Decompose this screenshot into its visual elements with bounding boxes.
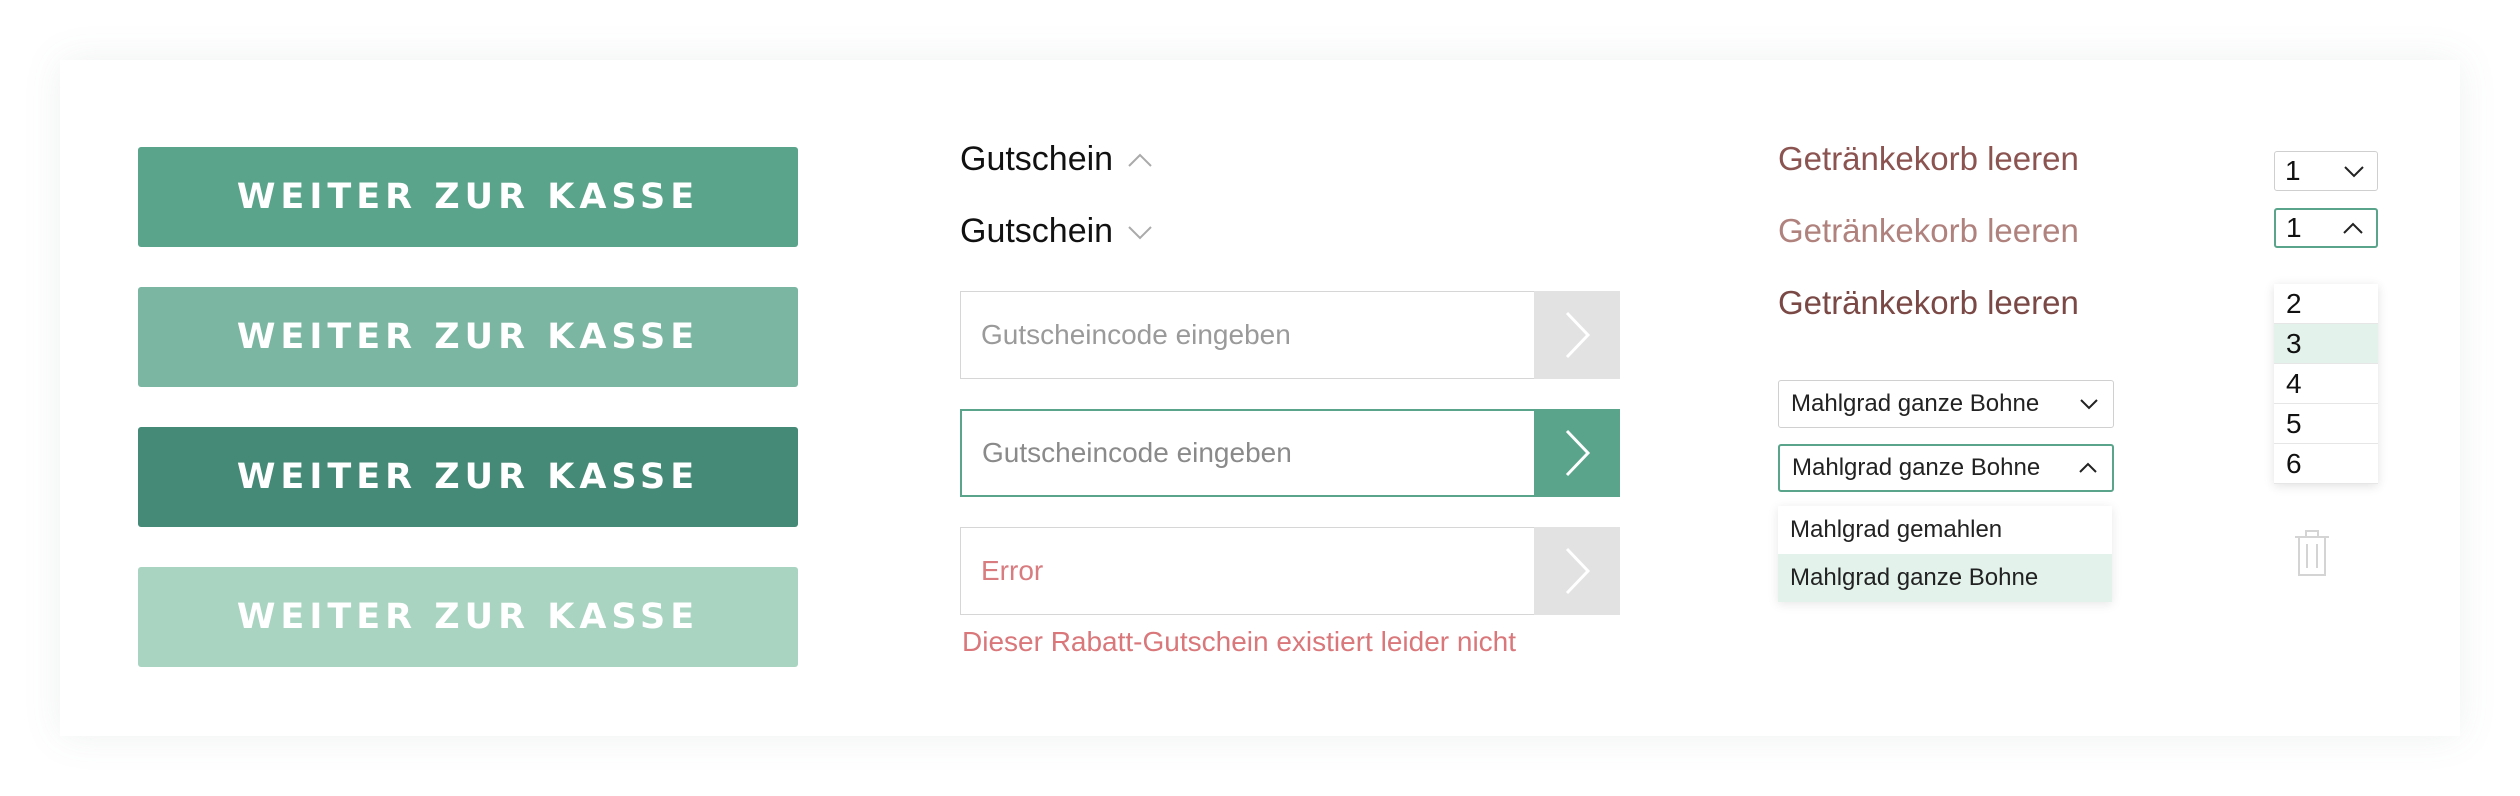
chevron-down-icon [2344,165,2364,177]
chevron-right-icon [1565,547,1591,595]
coupon-input[interactable]: Gutscheincode eingeben [960,291,1534,379]
quantity-value: 1 [2285,155,2301,186]
grind-option-selected[interactable]: Mahlgrad ganze Bohne [1778,554,2112,602]
quantity-dropdown-list: 2 3 4 5 6 [2274,284,2378,484]
trash-icon[interactable] [2292,528,2332,578]
quantity-select-open[interactable]: 1 [2274,208,2378,248]
coupon-toggle-expanded[interactable]: Gutschein [960,140,1153,179]
quantity-select[interactable]: 1 [2274,151,2378,191]
quantity-option[interactable]: 2 [2274,284,2378,324]
grind-select-open[interactable]: Mahlgrad ganze Bohne [1778,444,2114,492]
quantity-option[interactable]: 5 [2274,404,2378,444]
grind-dropdown-list: Mahlgrad gemahlen Mahlgrad ganze Bohne [1778,506,2112,602]
chevron-up-icon [2079,462,2097,473]
grind-option[interactable]: Mahlgrad gemahlen [1778,506,2112,554]
coupon-input[interactable]: Gutscheincode eingeben [960,409,1534,497]
coupon-error-message: Dieser Rabatt-Gutschein existiert leider… [962,626,1517,657]
component-sheet: WEITER ZUR KASSE WEITER ZUR KASSE WEITER… [60,60,2460,736]
checkout-button-hover[interactable]: WEITER ZUR KASSE [138,287,798,387]
checkout-button-default[interactable]: WEITER ZUR KASSE [138,147,798,247]
grind-select[interactable]: Mahlgrad ganze Bohne [1778,380,2114,428]
chevron-right-icon [1565,311,1591,359]
quantity-option-selected[interactable]: 3 [2274,324,2378,364]
coupon-submit-button[interactable] [1534,291,1620,379]
quantity-option[interactable]: 4 [2274,364,2378,404]
coupon-input-error[interactable]: Error [960,527,1534,615]
clear-cart-link-active[interactable]: Getränkekorb leeren [1778,284,2079,322]
clear-cart-link-hover[interactable]: Getränkekorb leeren [1778,212,2079,250]
coupon-toggle-collapsed[interactable]: Gutschein [960,212,1153,251]
chevron-up-icon [2343,222,2363,234]
chevron-right-icon [1565,429,1591,477]
coupon-input-row-default: Gutscheincode eingeben [960,291,1620,379]
coupon-input-row-error: Error [960,527,1620,615]
grind-select-value: Mahlgrad ganze Bohne [1791,390,2040,417]
chevron-down-icon [2080,399,2098,410]
coupon-submit-button[interactable] [1534,527,1620,615]
checkout-button-active[interactable]: WEITER ZUR KASSE [138,427,798,527]
quantity-value: 1 [2286,212,2302,243]
quantity-option[interactable]: 6 [2274,444,2378,484]
grind-select-value: Mahlgrad ganze Bohne [1792,454,2041,481]
coupon-toggle-label: Gutschein [960,140,1114,178]
chevron-down-icon [1128,225,1152,239]
chevron-up-icon [1128,153,1152,167]
clear-cart-link[interactable]: Getränkekorb leeren [1778,140,2079,178]
coupon-toggle-label: Gutschein [960,212,1114,250]
checkout-button-disabled[interactable]: WEITER ZUR KASSE [138,567,798,667]
coupon-submit-button[interactable] [1534,409,1620,497]
coupon-input-row-focused: Gutscheincode eingeben [960,409,1620,497]
